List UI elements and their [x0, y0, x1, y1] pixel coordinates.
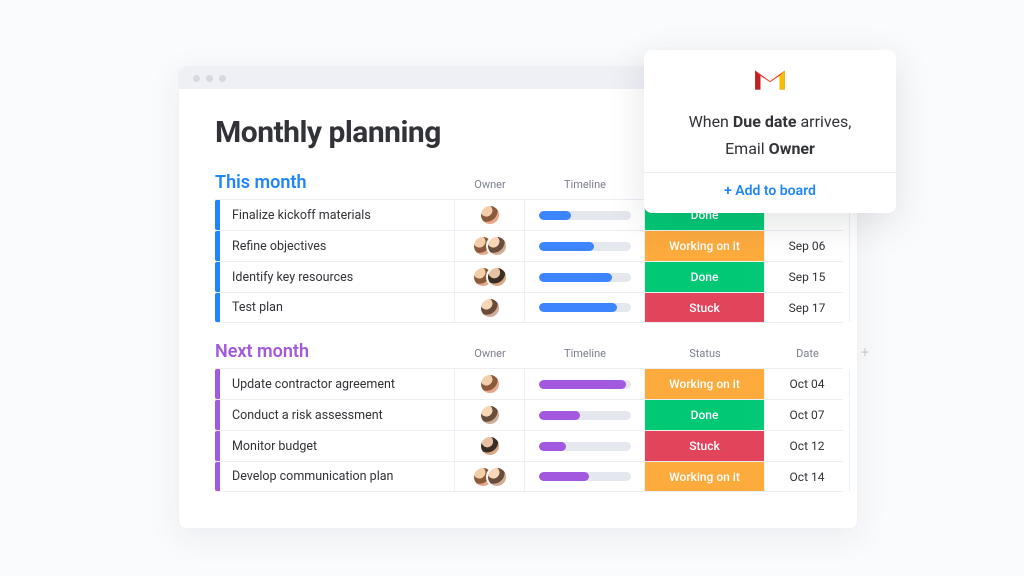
avatar[interactable] — [479, 297, 501, 319]
date-cell[interactable]: Sep 17 — [765, 293, 850, 322]
add-column-button[interactable]: + — [850, 343, 880, 361]
status-cell[interactable]: Working on it — [645, 462, 765, 491]
avatar[interactable] — [479, 404, 501, 426]
owner-cell[interactable] — [455, 400, 525, 430]
date-cell[interactable]: Oct 04 — [765, 369, 850, 399]
column-header-timeline: Timeline — [525, 178, 645, 191]
column-header-owner: Owner — [455, 347, 525, 360]
column-header-status: Status — [645, 347, 765, 360]
status-cell[interactable]: Working on it — [645, 231, 765, 261]
traffic-dot-icon — [206, 75, 213, 82]
section-title[interactable]: Next month — [215, 341, 455, 362]
section-title[interactable]: This month — [215, 172, 455, 193]
table-row[interactable]: Develop communication planWorking on itO… — [215, 461, 843, 492]
owner-cell[interactable] — [455, 462, 525, 491]
avatar[interactable] — [479, 204, 501, 226]
automation-card: When Due date arrives, Email Owner + Add… — [644, 50, 896, 213]
table-row[interactable]: Refine objectivesWorking on itSep 06 — [215, 230, 843, 261]
divider — [644, 172, 896, 173]
date-cell[interactable]: Sep 06 — [765, 231, 850, 261]
task-name-cell[interactable]: Conduct a risk assessment — [220, 400, 455, 430]
date-cell[interactable]: Oct 07 — [765, 400, 850, 430]
date-cell[interactable]: Oct 14 — [765, 462, 850, 491]
date-cell[interactable]: Sep 15 — [765, 262, 850, 292]
column-header-timeline: Timeline — [525, 347, 645, 360]
timeline-cell[interactable] — [525, 462, 645, 491]
owner-cell[interactable] — [455, 262, 525, 292]
status-cell[interactable]: Working on it — [645, 369, 765, 399]
table-row[interactable]: Identify key resourcesDoneSep 15 — [215, 261, 843, 292]
avatar[interactable] — [486, 235, 508, 257]
table-row[interactable]: Conduct a risk assessmentDoneOct 07 — [215, 399, 843, 430]
status-cell[interactable]: Stuck — [645, 293, 765, 322]
gmail-icon — [753, 66, 787, 92]
task-name-cell[interactable]: Refine objectives — [220, 231, 455, 261]
task-name-cell[interactable]: Develop communication plan — [220, 462, 455, 491]
owner-cell[interactable] — [455, 293, 525, 322]
automation-rule-text: When Due date arrives, Email Owner — [656, 108, 884, 162]
avatar[interactable] — [479, 373, 501, 395]
avatar[interactable] — [486, 266, 508, 288]
status-cell[interactable]: Done — [645, 400, 765, 430]
table-row[interactable]: Update contractor agreement Working on it… — [215, 368, 843, 399]
avatar[interactable] — [486, 466, 508, 488]
owner-cell[interactable] — [455, 369, 525, 399]
traffic-dot-icon — [219, 75, 226, 82]
owner-cell[interactable] — [455, 231, 525, 261]
traffic-dot-icon — [193, 75, 200, 82]
avatar[interactable] — [479, 435, 501, 457]
timeline-cell[interactable] — [525, 262, 645, 292]
owner-cell[interactable] — [455, 431, 525, 461]
status-cell[interactable]: Stuck — [645, 431, 765, 461]
task-name-cell[interactable]: Identify key resources — [220, 262, 455, 292]
column-header-owner: Owner — [455, 178, 525, 191]
table-row[interactable]: Test planStuckSep 17 — [215, 292, 843, 323]
table-row[interactable]: Monitor budgetStuckOct 12 — [215, 430, 843, 461]
timeline-cell[interactable] — [525, 231, 645, 261]
column-header-date: Date — [765, 347, 850, 360]
owner-cell[interactable] — [455, 200, 525, 230]
section-header: Next monthOwnerTimelineStatusDate+ — [215, 341, 843, 362]
timeline-cell[interactable] — [525, 369, 645, 399]
task-name-cell[interactable]: Test plan — [220, 293, 455, 322]
task-name-cell[interactable]: Finalize kickoff materials — [220, 200, 455, 230]
task-name-cell[interactable]: Monitor budget — [220, 431, 455, 461]
date-cell[interactable]: Oct 12 — [765, 431, 850, 461]
timeline-cell[interactable] — [525, 293, 645, 322]
timeline-cell[interactable] — [525, 200, 645, 230]
section: Next monthOwnerTimelineStatusDate+ Update… — [215, 341, 843, 492]
status-cell[interactable]: Done — [645, 262, 765, 292]
timeline-cell[interactable] — [525, 431, 645, 461]
add-to-board-button[interactable]: + Add to board — [656, 183, 884, 199]
task-name-cell[interactable]: Update contractor agreement — [220, 369, 455, 399]
timeline-cell[interactable] — [525, 400, 645, 430]
